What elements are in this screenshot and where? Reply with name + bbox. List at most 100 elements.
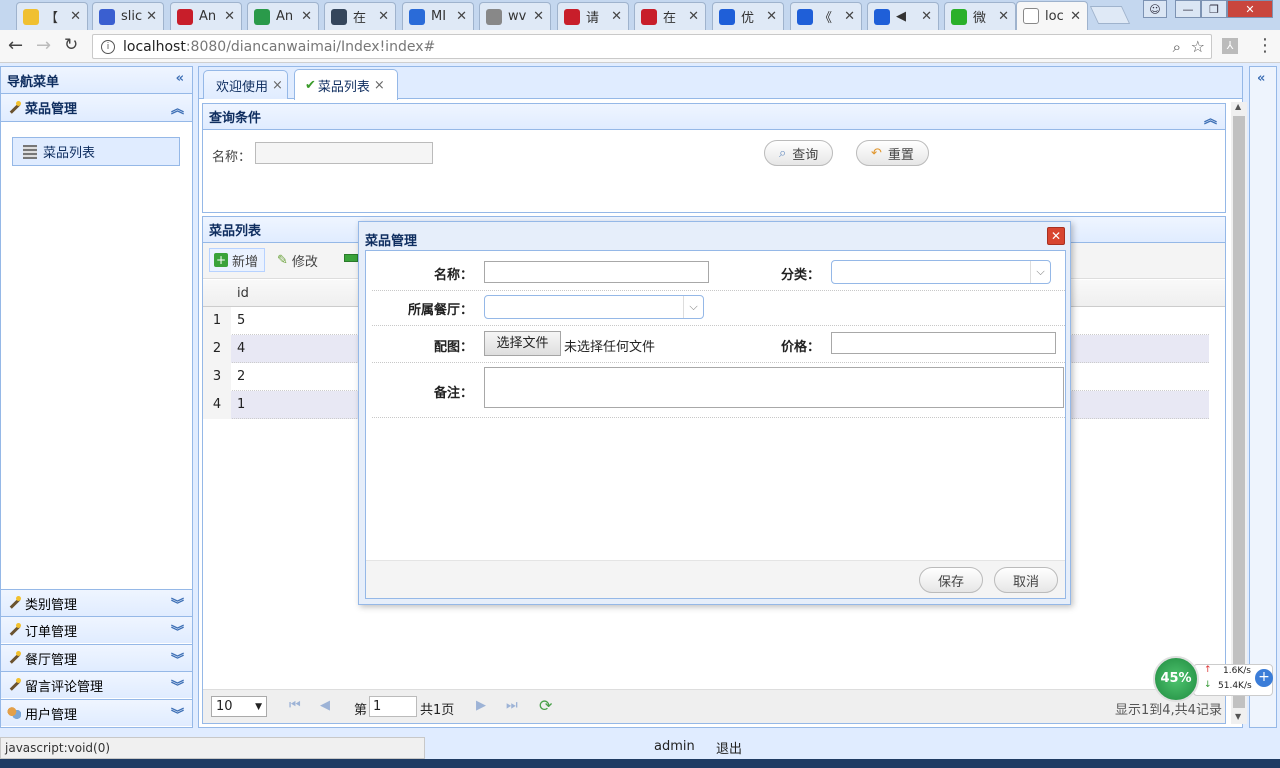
browser-tab[interactable]: 《 ✕ [790,2,862,30]
add-button-label: 新增 [232,254,259,270]
save-button[interactable]: 保存 [919,567,984,593]
refresh-icon[interactable]: ⟳ [539,696,552,715]
minimize-button[interactable]: — [1175,0,1201,18]
browser-tab[interactable]: ◀ ✕ [867,2,939,30]
reset-button[interactable]: ↶ 重置 [856,140,929,166]
check-icon: ✔ [305,77,316,93]
add-button[interactable]: + 新增 [209,248,265,272]
chevron-down-icon[interactable]: ︾ [171,649,184,668]
extension-icon[interactable]: ⅄ [1222,38,1238,54]
column-header-id[interactable]: id [237,286,249,301]
chevron-down-icon[interactable]: ︾ [171,594,184,613]
expand-right-icon[interactable]: « [1257,71,1265,86]
zoom-icon[interactable]: ⌕ [1173,38,1181,56]
close-tab-icon[interactable]: ✕ [146,9,157,24]
page-size-select[interactable]: 10 ▼ [211,696,267,717]
category-select[interactable]: ⌵ [831,260,1051,284]
browser-tab[interactable]: wv ✕ [479,2,551,30]
url-field[interactable]: i localhost:8080/diancanwaimai/Index!ind… [92,34,1212,59]
choose-file-button[interactable]: 选择文件 [484,331,561,356]
chevron-down-icon[interactable]: ︾ [171,621,184,640]
sidebar-section-dishes[interactable]: 菜品管理 ︽ [1,94,192,122]
next-page-icon[interactable]: ▶ [476,698,486,713]
plus-icon[interactable]: + [1255,669,1273,687]
star-icon[interactable]: ☆ [1191,37,1205,56]
wand-icon [7,623,21,637]
browser-tab[interactable]: 【✕ [16,2,88,30]
scroll-down-icon[interactable]: ▼ [1235,712,1241,721]
sidebar-section-orders[interactable]: 订单管理 ︾ [1,616,192,643]
user-icon[interactable]: ☺ [1143,0,1167,18]
restaurant-select[interactable]: ⌵ [484,295,704,319]
browser-tab[interactable]: 优 ✕ [712,2,784,30]
reload-icon[interactable]: ↻ [64,35,78,55]
dialog-body: 名称： 分类： ⌵ 所属餐厅： ⌵ 配图： 选择文件 未选择任何文件 价格： 备… [365,250,1066,599]
restore-button[interactable]: ❐ [1201,0,1227,18]
page-number-input[interactable]: 1 [369,696,417,717]
menu-icon[interactable]: ⋮ [1256,35,1274,56]
browser-tab[interactable]: 在 ✕ [634,2,706,30]
chevron-up-icon[interactable]: ︽ [1204,108,1217,127]
sidebar-item-dish-list[interactable]: 菜品列表 [12,137,180,166]
close-tab-icon[interactable]: ✕ [378,9,389,24]
new-tab-button[interactable] [1089,6,1131,24]
browser-tab[interactable]: An ✕ [170,2,242,30]
delete-icon[interactable] [344,254,358,262]
tab-welcome[interactable]: 欢迎使用 × [203,70,288,99]
search-icon: ⌕ [779,145,787,161]
close-tab-icon[interactable]: ✕ [456,9,467,24]
close-tab-icon[interactable]: ✕ [301,9,312,24]
browser-tab[interactable]: slic ✕ [92,2,164,30]
price-field[interactable] [831,332,1056,354]
browser-tab[interactable]: 微 ✕ [944,2,1016,30]
dialog-close-button[interactable]: ✕ [1047,227,1065,245]
chevron-down-icon[interactable]: ︾ [171,676,184,695]
collapse-left-icon[interactable]: « [176,71,184,86]
browser-tab[interactable]: loc ✕ [1016,1,1088,30]
chevron-down-icon[interactable]: ︾ [171,704,184,723]
scroll-up-icon[interactable]: ▲ [1235,102,1241,111]
close-icon[interactable]: × [272,78,283,93]
chevron-up-icon[interactable]: ︽ [171,98,184,117]
edit-button[interactable]: ✎ 修改 [277,248,318,272]
close-icon[interactable]: × [374,78,385,93]
close-tab-icon[interactable]: ✕ [224,9,235,24]
browser-tab[interactable]: MI ✕ [402,2,474,30]
tab-label: 欢迎使用 [216,79,269,95]
current-user: admin [654,739,695,754]
sidebar-section-comments[interactable]: 留言评论管理 ︾ [1,671,192,698]
close-tab-icon[interactable]: ✕ [844,9,855,24]
net-gauge[interactable]: 45% [1153,656,1199,702]
close-tab-icon[interactable]: ✕ [998,9,1009,24]
cancel-button[interactable]: 取消 [994,567,1059,593]
name-field[interactable] [484,261,709,283]
scrollbar[interactable]: ▲ ▼ [1231,102,1247,724]
row-divider [372,325,1065,326]
browser-tab[interactable]: 请 ✕ [557,2,629,30]
browser-tab[interactable]: 在 ✕ [324,2,396,30]
close-tab-icon[interactable]: ✕ [921,9,932,24]
query-name-input[interactable] [255,142,433,164]
close-window-button[interactable]: ✕ [1227,0,1273,18]
first-page-icon[interactable]: ⏮ [289,698,301,713]
remark-textarea[interactable] [484,367,1064,408]
close-tab-icon[interactable]: ✕ [611,9,622,24]
prev-page-icon[interactable]: ◀ [320,698,330,713]
close-tab-icon[interactable]: ✕ [533,9,544,24]
forward-icon[interactable]: → [36,35,51,56]
search-button[interactable]: ⌕ 查询 [764,140,834,166]
os-taskbar [0,759,1280,768]
logout-link[interactable]: 退出 [716,738,742,757]
back-icon[interactable]: ← [8,35,23,56]
tab-dish-list[interactable]: ✔ 菜品列表 × [294,69,398,100]
close-tab-icon[interactable]: ✕ [70,9,81,24]
scroll-thumb[interactable] [1233,116,1245,708]
last-page-icon[interactable]: ⏭ [506,698,518,713]
sidebar-section-users[interactable]: 用户管理 ︾ [1,699,192,726]
close-tab-icon[interactable]: ✕ [688,9,699,24]
sidebar-section-category[interactable]: 类别管理 ︾ [1,589,192,616]
browser-tab[interactable]: An ✕ [247,2,319,30]
close-tab-icon[interactable]: ✕ [766,9,777,24]
close-tab-icon[interactable]: ✕ [1070,9,1081,24]
sidebar-section-restaurants[interactable]: 餐厅管理 ︾ [1,644,192,671]
